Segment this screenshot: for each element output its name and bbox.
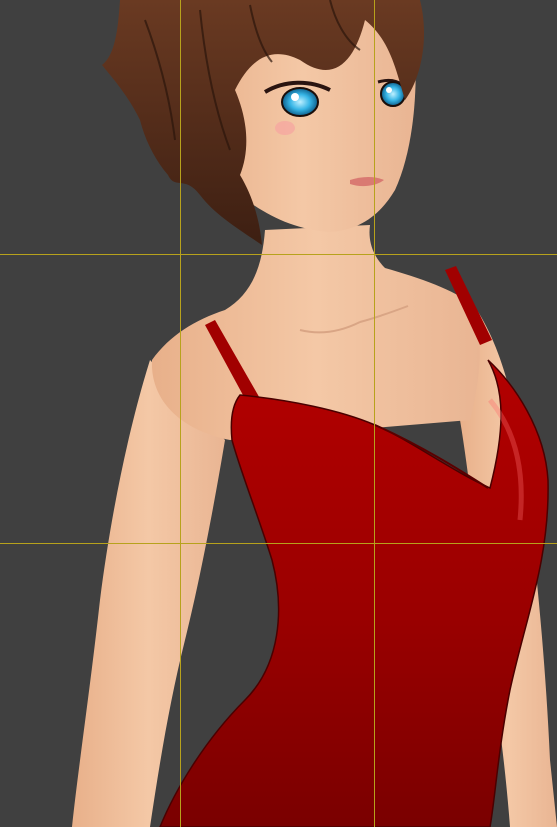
cheek-blush — [275, 121, 295, 135]
eye-right-shine — [386, 87, 392, 93]
eye-left — [281, 87, 319, 117]
character-render — [72, 0, 557, 827]
eye-left-shine — [291, 93, 299, 101]
render-viewport[interactable] — [0, 0, 557, 827]
